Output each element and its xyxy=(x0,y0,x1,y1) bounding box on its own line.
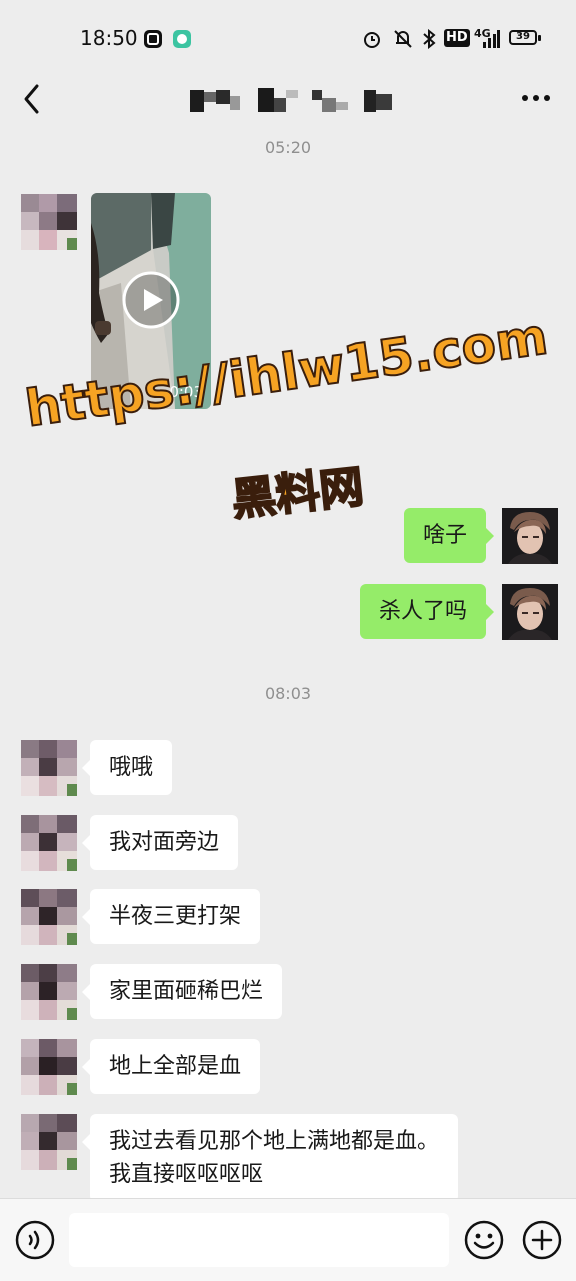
message-text: 杀人了吗 xyxy=(378,599,467,624)
play-icon[interactable] xyxy=(122,271,180,329)
bluetooth-icon xyxy=(423,29,436,49)
chat-app-notification-icon xyxy=(173,30,191,48)
received-message[interactable]: 我对面旁边 xyxy=(81,815,239,870)
voice-icon[interactable] xyxy=(15,1220,55,1260)
mute-icon xyxy=(394,30,412,48)
status-time: 18:50 xyxy=(80,26,138,50)
avatar[interactable] xyxy=(21,1114,77,1170)
back-icon[interactable] xyxy=(18,82,46,116)
message-text: 哦哦 xyxy=(109,755,154,780)
sent-message[interactable]: 啥子 xyxy=(403,508,495,563)
signal-icon xyxy=(483,30,500,48)
video-duration: 0:03 xyxy=(169,383,203,401)
battery-icon: 39 xyxy=(509,30,537,45)
chat-header xyxy=(0,78,576,130)
video-message[interactable]: 0:03 xyxy=(91,193,211,409)
message-text-line: 我直接呕呕呕呕 xyxy=(109,1162,264,1187)
emoji-icon[interactable] xyxy=(464,1220,504,1260)
message-text: 家里面砸稀巴烂 xyxy=(109,979,264,1004)
received-message[interactable]: 我过去看见那个地上满地都是血。 我直接呕呕呕呕 xyxy=(81,1114,459,1202)
message-text: 半夜三更打架 xyxy=(109,904,242,929)
watermark-title: 黑料网 xyxy=(228,460,367,527)
more-icon[interactable] xyxy=(518,86,554,110)
avatar[interactable] xyxy=(21,889,77,945)
contact-name-pixelated xyxy=(190,88,392,112)
avatar[interactable] xyxy=(21,1039,77,1095)
received-message[interactable]: 哦哦 xyxy=(81,740,173,795)
message-text: 啥子 xyxy=(422,523,467,548)
input-bar xyxy=(0,1198,576,1281)
time-label: 05:20 xyxy=(264,138,312,157)
my-avatar[interactable] xyxy=(502,508,558,564)
my-avatar[interactable] xyxy=(502,584,558,640)
time-label: 08:03 xyxy=(264,684,312,703)
received-message[interactable]: 半夜三更打架 xyxy=(81,889,261,944)
battery-tip xyxy=(538,35,541,41)
message-text-line: 我过去看见那个地上满地都是血。 xyxy=(109,1129,440,1154)
status-bar: 18:50 HD 4G 39 xyxy=(0,0,576,78)
avatar[interactable] xyxy=(21,740,77,796)
avatar[interactable] xyxy=(21,194,77,250)
battery-level: 39 xyxy=(516,31,530,42)
avatar[interactable] xyxy=(21,815,77,871)
message-text: 地上全部是血 xyxy=(109,1054,242,1079)
sent-message[interactable]: 杀人了吗 xyxy=(359,584,495,639)
app-notification-icon xyxy=(144,30,162,48)
message-text: 我对面旁边 xyxy=(109,830,220,855)
received-message[interactable]: 家里面砸稀巴烂 xyxy=(81,964,283,1019)
avatar[interactable] xyxy=(21,964,77,1020)
plus-icon[interactable] xyxy=(522,1220,562,1260)
hd-badge: HD xyxy=(444,29,470,47)
alarm-icon xyxy=(364,32,380,48)
received-message[interactable]: 地上全部是血 xyxy=(81,1039,261,1094)
message-input[interactable] xyxy=(69,1213,449,1267)
